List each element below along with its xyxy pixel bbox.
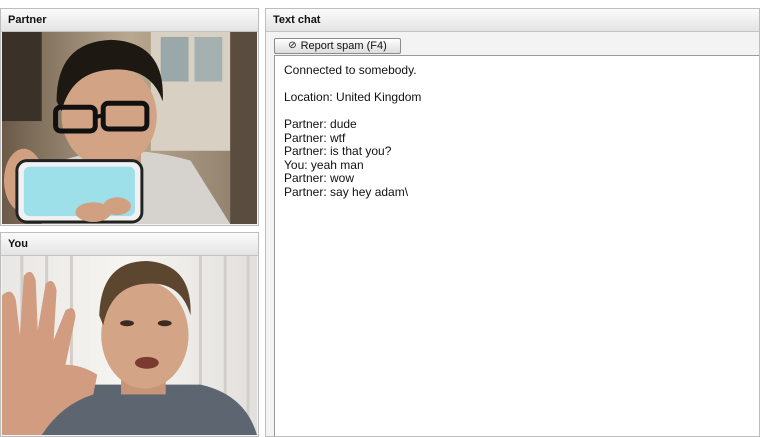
connection-status: Connected to somebody. (284, 63, 417, 77)
chat-log[interactable]: Connected to somebody. Location: United … (274, 55, 759, 436)
partner-panel-title: Partner (1, 9, 258, 32)
chat-message: Partner: dude (284, 117, 357, 131)
chat-message: You: yeah man (284, 157, 364, 172)
chat-message: Partner: is that you? (284, 144, 392, 158)
partner-video (2, 32, 257, 224)
report-spam-label: Report spam (F4) (300, 40, 387, 52)
partner-location: Location: United Kingdom (284, 90, 422, 104)
chat-panel: Text chat ⊘ Report spam (F4) Connected t… (265, 8, 760, 437)
you-panel-title: You (1, 233, 258, 256)
report-spam-button[interactable]: ⊘ Report spam (F4) (274, 38, 401, 54)
chat-panel-title: Text chat (266, 9, 759, 32)
you-panel: You (0, 232, 259, 437)
chat-message: Partner: wow (284, 171, 355, 185)
partner-panel: Partner (0, 8, 259, 226)
chat-message: Partner: say hey adam\ (284, 184, 409, 199)
no-entry-icon: ⊘ (288, 40, 297, 51)
chat-toolbar: ⊘ Report spam (F4) (266, 32, 759, 56)
self-video (2, 256, 257, 435)
chat-message: Partner: wtf (284, 130, 346, 145)
